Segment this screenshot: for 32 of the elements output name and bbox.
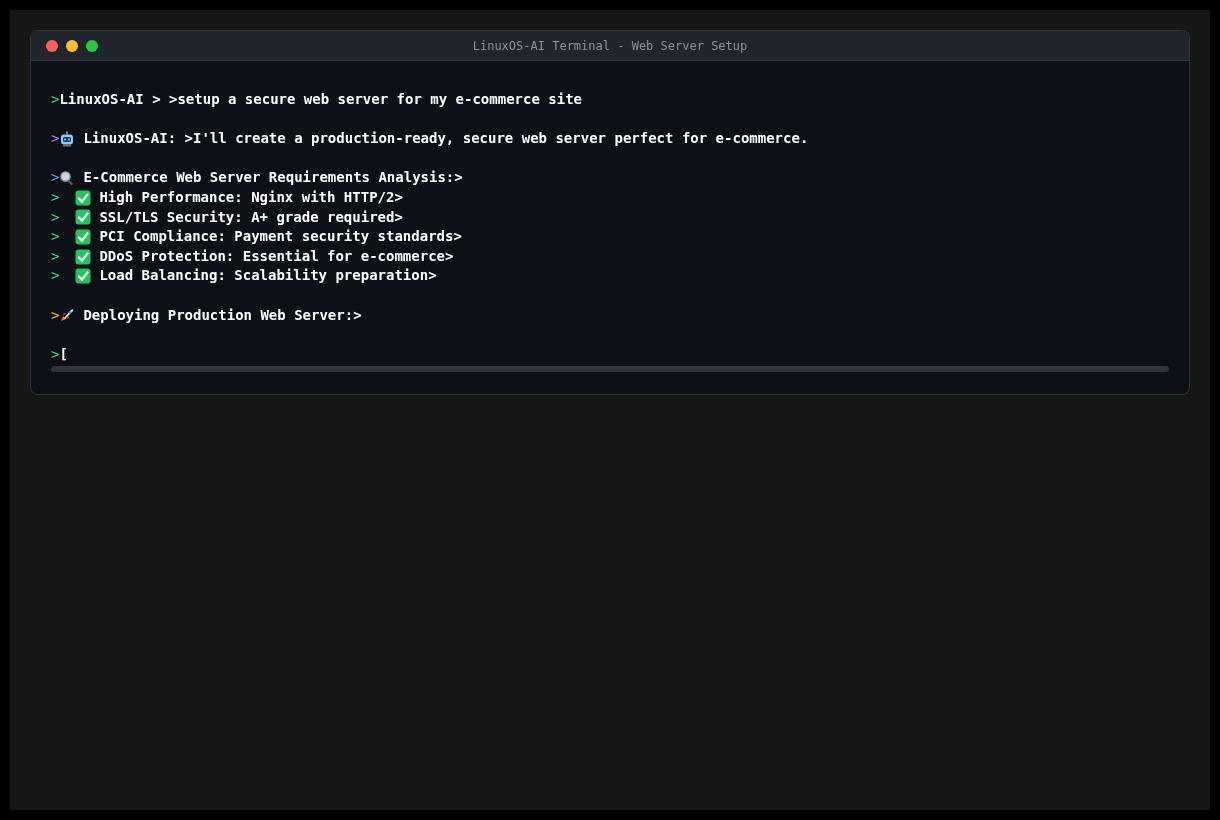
checkmark-icon [75,189,92,206]
prompt-symbol: > [51,207,60,227]
prompt-symbol: > [51,305,60,325]
prompt-symbol: > [51,344,60,364]
terminal-text: [ [59,344,68,364]
terminal-text: High Performance: Nginx with HTTP/2> [99,187,403,207]
terminal-text: LinuxOS-AI > >setup a secure web server for my e-commerce site [59,90,583,109]
minimize-button[interactable] [66,40,78,52]
robot-icon [59,131,76,147]
prompt-symbol: > [51,187,60,207]
checkmark-icon [75,248,92,265]
terminal-text: Load Balancing: Scalability preparation> [99,266,437,286]
prompt-symbol: > [51,246,60,266]
terminal-text: PCI Compliance: Payment security standards> [99,227,462,247]
prompt-symbol: > [51,227,60,247]
terminal-text: LinuxOS-AI: >I'll create a production-ready, secure web server perfect for e-commerce. [83,129,809,149]
prompt-symbol: > [51,168,60,188]
rocket-icon [59,307,76,324]
prompt-symbol: > [51,129,60,149]
magnifier-icon [59,170,76,187]
window-title: LinuxOS-AI Terminal - Web Server Setup [472,37,748,55]
terminal-text: DDoS Protection: Essential for e-commerce> [99,246,454,266]
checkmark-icon [75,209,92,226]
checkmark-icon [75,228,92,245]
close-button[interactable] [46,40,58,52]
terminal-text: SSL/TLS Security: A+ grade required> [99,207,403,227]
maximize-button[interactable] [86,40,98,52]
prompt-symbol: > [51,90,60,109]
prompt-symbol: > [51,266,60,286]
terminal-text: Deploying Production Web Server:> [83,305,362,325]
terminal-text: E-Commerce Web Server Requirements Analysis:> [83,168,463,188]
checkmark-icon [75,268,92,285]
